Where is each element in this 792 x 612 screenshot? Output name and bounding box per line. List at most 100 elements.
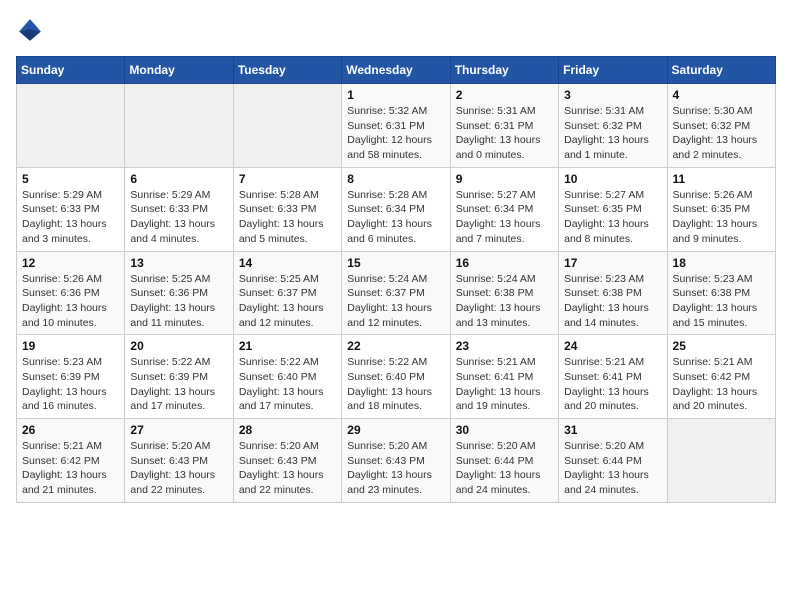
calendar-cell: 19 Sunrise: 5:23 AMSunset: 6:39 PMDayligh… — [17, 335, 125, 419]
calendar-cell: 28 Sunrise: 5:20 AMSunset: 6:43 PMDayligh… — [233, 419, 341, 503]
day-info: Sunrise: 5:31 AMSunset: 6:32 PMDaylight:… — [564, 104, 661, 163]
day-info: Sunrise: 5:23 AMSunset: 6:38 PMDaylight:… — [564, 272, 661, 331]
day-info: Sunrise: 5:24 AMSunset: 6:37 PMDaylight:… — [347, 272, 444, 331]
calendar-cell: 16 Sunrise: 5:24 AMSunset: 6:38 PMDayligh… — [450, 251, 558, 335]
calendar-cell: 24 Sunrise: 5:21 AMSunset: 6:41 PMDayligh… — [559, 335, 667, 419]
calendar-cell: 6 Sunrise: 5:29 AMSunset: 6:33 PMDaylight… — [125, 167, 233, 251]
day-info: Sunrise: 5:20 AMSunset: 6:44 PMDaylight:… — [456, 439, 553, 498]
day-info: Sunrise: 5:31 AMSunset: 6:31 PMDaylight:… — [456, 104, 553, 163]
calendar-cell — [233, 84, 341, 168]
day-number: 7 — [239, 172, 336, 186]
day-number: 23 — [456, 339, 553, 353]
day-number: 8 — [347, 172, 444, 186]
calendar-cell — [125, 84, 233, 168]
day-info: Sunrise: 5:32 AMSunset: 6:31 PMDaylight:… — [347, 104, 444, 163]
calendar-cell: 23 Sunrise: 5:21 AMSunset: 6:41 PMDayligh… — [450, 335, 558, 419]
day-number: 25 — [673, 339, 770, 353]
weekday-header-saturday: Saturday — [667, 57, 775, 84]
day-number: 29 — [347, 423, 444, 437]
day-info: Sunrise: 5:22 AMSunset: 6:39 PMDaylight:… — [130, 355, 227, 414]
calendar-header: SundayMondayTuesdayWednesdayThursdayFrid… — [17, 57, 776, 84]
calendar-cell: 26 Sunrise: 5:21 AMSunset: 6:42 PMDayligh… — [17, 419, 125, 503]
day-number: 14 — [239, 256, 336, 270]
day-number: 6 — [130, 172, 227, 186]
day-info: Sunrise: 5:22 AMSunset: 6:40 PMDaylight:… — [347, 355, 444, 414]
day-number: 31 — [564, 423, 661, 437]
calendar-cell: 20 Sunrise: 5:22 AMSunset: 6:39 PMDayligh… — [125, 335, 233, 419]
day-info: Sunrise: 5:28 AMSunset: 6:34 PMDaylight:… — [347, 188, 444, 247]
calendar-cell: 5 Sunrise: 5:29 AMSunset: 6:33 PMDaylight… — [17, 167, 125, 251]
day-number: 2 — [456, 88, 553, 102]
day-number: 1 — [347, 88, 444, 102]
weekday-header-sunday: Sunday — [17, 57, 125, 84]
day-info: Sunrise: 5:21 AMSunset: 6:42 PMDaylight:… — [673, 355, 770, 414]
day-info: Sunrise: 5:21 AMSunset: 6:42 PMDaylight:… — [22, 439, 119, 498]
day-info: Sunrise: 5:28 AMSunset: 6:33 PMDaylight:… — [239, 188, 336, 247]
calendar-cell: 30 Sunrise: 5:20 AMSunset: 6:44 PMDayligh… — [450, 419, 558, 503]
day-info: Sunrise: 5:23 AMSunset: 6:39 PMDaylight:… — [22, 355, 119, 414]
day-info: Sunrise: 5:26 AMSunset: 6:36 PMDaylight:… — [22, 272, 119, 331]
day-number: 12 — [22, 256, 119, 270]
calendar-cell: 27 Sunrise: 5:20 AMSunset: 6:43 PMDayligh… — [125, 419, 233, 503]
calendar-cell: 1 Sunrise: 5:32 AMSunset: 6:31 PMDaylight… — [342, 84, 450, 168]
day-info: Sunrise: 5:20 AMSunset: 6:43 PMDaylight:… — [239, 439, 336, 498]
calendar-cell: 11 Sunrise: 5:26 AMSunset: 6:35 PMDayligh… — [667, 167, 775, 251]
calendar-cell: 14 Sunrise: 5:25 AMSunset: 6:37 PMDayligh… — [233, 251, 341, 335]
calendar-cell: 8 Sunrise: 5:28 AMSunset: 6:34 PMDaylight… — [342, 167, 450, 251]
calendar-cell: 13 Sunrise: 5:25 AMSunset: 6:36 PMDayligh… — [125, 251, 233, 335]
day-info: Sunrise: 5:20 AMSunset: 6:43 PMDaylight:… — [130, 439, 227, 498]
day-number: 13 — [130, 256, 227, 270]
day-number: 28 — [239, 423, 336, 437]
day-number: 3 — [564, 88, 661, 102]
day-info: Sunrise: 5:29 AMSunset: 6:33 PMDaylight:… — [130, 188, 227, 247]
calendar-cell: 18 Sunrise: 5:23 AMSunset: 6:38 PMDayligh… — [667, 251, 775, 335]
day-info: Sunrise: 5:21 AMSunset: 6:41 PMDaylight:… — [456, 355, 553, 414]
day-number: 26 — [22, 423, 119, 437]
day-info: Sunrise: 5:20 AMSunset: 6:43 PMDaylight:… — [347, 439, 444, 498]
calendar-cell: 4Sunrise: 5:30 AMSunset: 6:32 PMDaylight… — [667, 84, 775, 168]
calendar-cell: 17 Sunrise: 5:23 AMSunset: 6:38 PMDayligh… — [559, 251, 667, 335]
day-number: 27 — [130, 423, 227, 437]
calendar-cell — [17, 84, 125, 168]
day-number: 10 — [564, 172, 661, 186]
day-info: Sunrise: 5:21 AMSunset: 6:41 PMDaylight:… — [564, 355, 661, 414]
day-number: 18 — [673, 256, 770, 270]
day-number: 16 — [456, 256, 553, 270]
calendar-cell: 25 Sunrise: 5:21 AMSunset: 6:42 PMDayligh… — [667, 335, 775, 419]
day-number: 22 — [347, 339, 444, 353]
logo-icon — [16, 16, 44, 44]
day-number: 11 — [673, 172, 770, 186]
day-number: 15 — [347, 256, 444, 270]
day-number: 20 — [130, 339, 227, 353]
day-info: Sunrise: 5:23 AMSunset: 6:38 PMDaylight:… — [673, 272, 770, 331]
day-info: Sunrise: 5:22 AMSunset: 6:40 PMDaylight:… — [239, 355, 336, 414]
day-number: 17 — [564, 256, 661, 270]
day-info: Sunrise: 5:24 AMSunset: 6:38 PMDaylight:… — [456, 272, 553, 331]
logo — [16, 16, 48, 44]
calendar-cell: 12 Sunrise: 5:26 AMSunset: 6:36 PMDayligh… — [17, 251, 125, 335]
day-number: 5 — [22, 172, 119, 186]
day-info: Sunrise: 5:26 AMSunset: 6:35 PMDaylight:… — [673, 188, 770, 247]
day-number: 9 — [456, 172, 553, 186]
calendar-cell: 15 Sunrise: 5:24 AMSunset: 6:37 PMDayligh… — [342, 251, 450, 335]
day-number: 24 — [564, 339, 661, 353]
calendar-cell: 31Sunrise: 5:20 AMSunset: 6:44 PMDayligh… — [559, 419, 667, 503]
day-info: Sunrise: 5:30 AMSunset: 6:32 PMDaylight:… — [673, 104, 770, 163]
calendar-cell: 9Sunrise: 5:27 AMSunset: 6:34 PMDaylight… — [450, 167, 558, 251]
day-info: Sunrise: 5:29 AMSunset: 6:33 PMDaylight:… — [22, 188, 119, 247]
day-info: Sunrise: 5:27 AMSunset: 6:35 PMDaylight:… — [564, 188, 661, 247]
day-info: Sunrise: 5:25 AMSunset: 6:36 PMDaylight:… — [130, 272, 227, 331]
calendar-cell: 21 Sunrise: 5:22 AMSunset: 6:40 PMDayligh… — [233, 335, 341, 419]
day-number: 19 — [22, 339, 119, 353]
weekday-header-monday: Monday — [125, 57, 233, 84]
weekday-header-tuesday: Tuesday — [233, 57, 341, 84]
page-header — [16, 16, 776, 44]
weekday-header-friday: Friday — [559, 57, 667, 84]
day-number: 21 — [239, 339, 336, 353]
calendar-cell: 2 Sunrise: 5:31 AMSunset: 6:31 PMDaylight… — [450, 84, 558, 168]
day-number: 30 — [456, 423, 553, 437]
calendar-table: SundayMondayTuesdayWednesdayThursdayFrid… — [16, 56, 776, 503]
calendar-cell: 22 Sunrise: 5:22 AMSunset: 6:40 PMDayligh… — [342, 335, 450, 419]
weekday-header-thursday: Thursday — [450, 57, 558, 84]
day-info: Sunrise: 5:25 AMSunset: 6:37 PMDaylight:… — [239, 272, 336, 331]
